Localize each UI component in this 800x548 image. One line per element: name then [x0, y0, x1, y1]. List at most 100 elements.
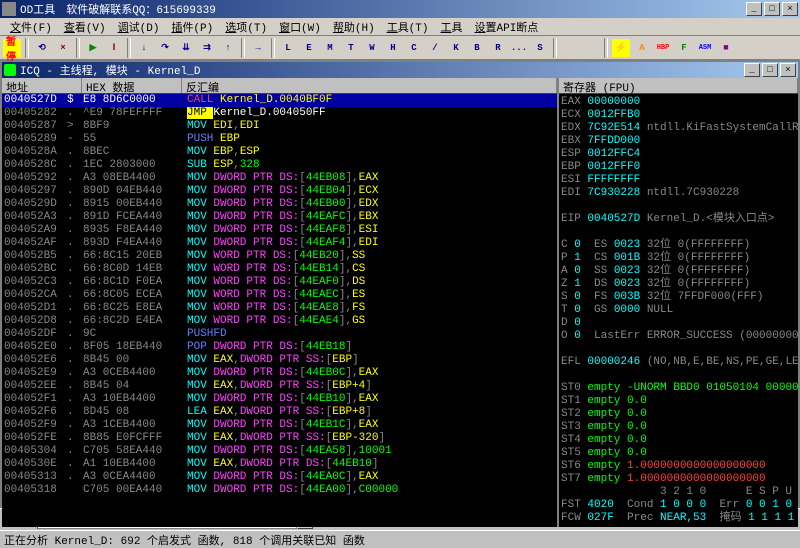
register-row[interactable]: ST7 empty 1.0000000000000000000 — [561, 473, 796, 486]
register-row[interactable]: ST3 empty 0.0 — [561, 421, 796, 434]
register-row[interactable]: EIP 0040527D Kernel_D.<模块入口点> — [561, 213, 796, 226]
menu-item[interactable]: 设置API断点 — [469, 19, 545, 35]
register-row[interactable]: EFL 00000246 (NO,NB,E,BE,NS,PE,GE,LE) — [561, 356, 796, 369]
menu-item[interactable]: 帮助(H) — [327, 19, 381, 35]
disasm-row[interactable]: 004052B5.66:8C15 20EBMOV WORD PTR DS:[44… — [2, 250, 557, 263]
child-maximize[interactable]: □ — [762, 63, 778, 77]
window-btn-H[interactable]: H — [383, 38, 403, 58]
register-row[interactable]: 3 2 1 0 E S P U O Z D I — [561, 486, 796, 499]
register-row[interactable]: C 0 ES 0023 32位 0(FFFFFFFF) — [561, 239, 796, 252]
register-row[interactable]: ST6 empty 1.0000000000000000000 — [561, 460, 796, 473]
tool-5[interactable]: ■ — [716, 38, 736, 58]
disasm-row[interactable]: 0040530E.A1 10EB4400MOV EAX,DWORD PTR DS… — [2, 458, 557, 471]
register-row[interactable] — [561, 226, 796, 239]
register-row[interactable]: ST5 empty 0.0 — [561, 447, 796, 460]
tool-1[interactable]: ⚡ — [611, 38, 631, 58]
disasm-row[interactable]: 00405282.^E9 78FEFFFFJMP Kernel_D.004050… — [2, 107, 557, 120]
disasm-row[interactable]: 00405289-55PUSH EBP — [2, 133, 557, 146]
disasm-row[interactable]: 00405318 C705 00EA440MOV DWORD PTR DS:[4… — [2, 484, 557, 497]
window-btn-/[interactable]: / — [425, 38, 445, 58]
blank-1[interactable] — [560, 38, 580, 58]
disasm-row[interactable]: 004052EE.8B45 04MOV EAX,DWORD PTR SS:[EB… — [2, 380, 557, 393]
window-btn-T[interactable]: T — [341, 38, 361, 58]
register-row[interactable]: D 0 — [561, 317, 796, 330]
tool-hbp[interactable]: HBP — [653, 38, 673, 58]
goto-button[interactable]: → — [248, 38, 268, 58]
disasm-row[interactable]: 00405287>8BF9MOV EDI,EDI — [2, 120, 557, 133]
menu-item[interactable]: 工具(T) — [381, 19, 435, 35]
register-row[interactable]: T 0 GS 0000 NULL — [561, 304, 796, 317]
disasm-row[interactable]: 00405292.A3 08EB4400MOV DWORD PTR DS:[44… — [2, 172, 557, 185]
menu-item[interactable]: 窗口(W) — [273, 19, 327, 35]
tool-3[interactable]: F — [674, 38, 694, 58]
disasm-row[interactable]: 00405313.A3 0CEA4400MOV DWORD PTR DS:[44… — [2, 471, 557, 484]
disasm-row[interactable]: 0040527D$E8 8D6C0000CALL Kernel_D.0040BF… — [2, 94, 557, 107]
disasm-row[interactable]: 0040528A.8BECMOV EBP,ESP — [2, 146, 557, 159]
register-row[interactable]: ESP 0012FFC4 — [561, 148, 796, 161]
menu-item[interactable]: 插件(P) — [165, 19, 219, 35]
disasm-row[interactable]: 004052FE.8B85 E0FCFFFMOV EAX,DWORD PTR S… — [2, 432, 557, 445]
window-btn-W[interactable]: W — [362, 38, 382, 58]
window-btn-...[interactable]: ... — [509, 38, 529, 58]
register-row[interactable] — [561, 369, 796, 382]
register-row[interactable]: ST1 empty 0.0 — [561, 395, 796, 408]
disasm-row[interactable]: 004052F1.A3 10EB4400MOV DWORD PTR DS:[44… — [2, 393, 557, 406]
close-btn[interactable]: × — [53, 38, 73, 58]
window-btn-R[interactable]: R — [488, 38, 508, 58]
disasm-row[interactable]: 004052F6.8D45 08LEA EAX,DWORD PTR SS:[EB… — [2, 406, 557, 419]
register-row[interactable]: O 0 LastErr ERROR_SUCCESS (00000000) — [561, 330, 796, 343]
window-btn-S[interactable]: S — [530, 38, 550, 58]
trace-into-button[interactable]: ⇊ — [176, 38, 196, 58]
disasm-row[interactable]: 004052A3.891D FCEA440MOV DWORD PTR DS:[4… — [2, 211, 557, 224]
register-row[interactable]: ST0 empty -UNORM BBD0 01050104 00000000 — [561, 382, 796, 395]
disasm-row[interactable]: 004052D8.66:8C2D E4EAMOV WORD PTR DS:[44… — [2, 315, 557, 328]
pause-button[interactable]: 暂停 — [2, 38, 22, 58]
disasm-row[interactable]: 004052D1.66:8C25 E8EAMOV WORD PTR DS:[44… — [2, 302, 557, 315]
trace-over-button[interactable]: ⇉ — [197, 38, 217, 58]
pause-icon-button[interactable]: ‖ — [104, 38, 124, 58]
blank-2[interactable] — [581, 38, 601, 58]
disasm-row[interactable]: 004052E0.8F05 18EB440POP DWORD PTR DS:[4… — [2, 341, 557, 354]
tool-2[interactable]: A — [632, 38, 652, 58]
disasm-row[interactable]: 00405304.C705 58EA440MOV DWORD PTR DS:[4… — [2, 445, 557, 458]
register-row[interactable]: Z 1 DS 0023 32位 0(FFFFFFFF) — [561, 278, 796, 291]
disasm-row[interactable]: 0040528C.1EC 2803000SUB ESP,328 — [2, 159, 557, 172]
step-over-button[interactable]: ↷ — [155, 38, 175, 58]
disasm-row[interactable]: 004052E9.A3 0CEB4400MOV DWORD PTR DS:[44… — [2, 367, 557, 380]
register-row[interactable]: ESI FFFFFFFF — [561, 174, 796, 187]
register-row[interactable]: FCW 027F Prec NEAR,53 掩码 1 1 1 1 1 1 — [561, 512, 796, 525]
register-row[interactable]: EDI 7C930228 ntdll.7C930228 — [561, 187, 796, 200]
register-row[interactable]: A 0 SS 0023 32位 0(FFFFFFFF) — [561, 265, 796, 278]
window-btn-K[interactable]: K — [446, 38, 466, 58]
disasm-row[interactable]: 004052DF.9CPUSHFD — [2, 328, 557, 341]
disasm-row[interactable]: 004052F9.A3 1CEB4400MOV DWORD PTR DS:[44… — [2, 419, 557, 432]
disasm-row[interactable]: 004052BC.66:8C0D 14EBMOV WORD PTR DS:[44… — [2, 263, 557, 276]
window-btn-E[interactable]: E — [299, 38, 319, 58]
register-row[interactable]: P 1 CS 001B 32位 0(FFFFFFFF) — [561, 252, 796, 265]
maximize-button[interactable]: □ — [764, 2, 780, 16]
window-btn-B[interactable]: B — [467, 38, 487, 58]
window-btn-L[interactable]: L — [278, 38, 298, 58]
child-close[interactable]: × — [780, 63, 796, 77]
menu-item[interactable]: 调试(D) — [112, 19, 166, 35]
disasm-row[interactable]: 004052CA.66:8C05 ECEAMOV WORD PTR DS:[44… — [2, 289, 557, 302]
disasm-row[interactable]: 004052A9.8935 F8EA440MOV DWORD PTR DS:[4… — [2, 224, 557, 237]
register-row[interactable]: FST 4020 Cond 1 0 0 0 Err 0 0 1 0 0 0 0 … — [561, 499, 796, 512]
window-btn-M[interactable]: M — [320, 38, 340, 58]
run-till-return-button[interactable]: ↑ — [218, 38, 238, 58]
step-into-button[interactable]: ↓ — [134, 38, 154, 58]
register-row[interactable]: EBP 0012FFF0 — [561, 161, 796, 174]
register-row[interactable]: S 0 FS 003B 32位 7FFDF000(FFF) — [561, 291, 796, 304]
child-minimize[interactable]: _ — [744, 63, 760, 77]
disasm-row[interactable]: 004052AF.893D F4EA440MOV DWORD PTR DS:[4… — [2, 237, 557, 250]
registers-pane[interactable]: 寄存器 (FPU) EAX 00000000ECX 0012FFB0EDX 7C… — [559, 78, 798, 527]
register-row[interactable]: EBX 7FFDD000 — [561, 135, 796, 148]
register-row[interactable]: EDX 7C92E514 ntdll.KiFastSystemCallRet — [561, 122, 796, 135]
register-row[interactable]: ST4 empty 0.0 — [561, 434, 796, 447]
disasm-row[interactable]: 004052E6.8B45 00MOV EAX,DWORD PTR SS:[EB… — [2, 354, 557, 367]
close-button[interactable]: × — [782, 2, 798, 16]
register-row[interactable] — [561, 343, 796, 356]
disassembly-pane[interactable]: 地址 HEX 数据 反汇编 0040527D$E8 8D6C0000CALL K… — [2, 78, 557, 527]
restart-button[interactable]: ⟲ — [32, 38, 52, 58]
menu-item[interactable]: 选项(T) — [219, 19, 273, 35]
